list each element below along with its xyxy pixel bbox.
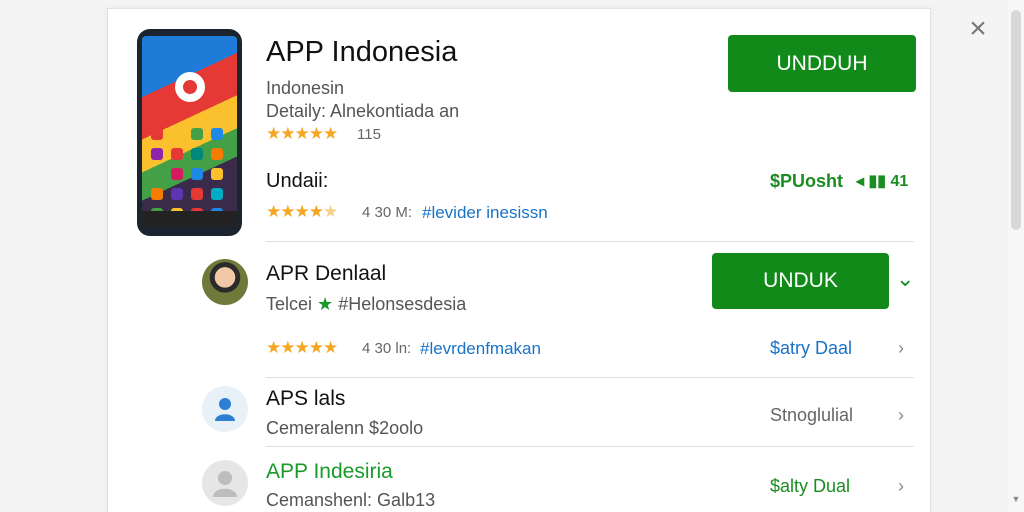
- row-link[interactable]: #levrdenfmakan: [420, 339, 541, 359]
- avatar[interactable]: [202, 386, 248, 432]
- avatar[interactable]: [202, 259, 248, 305]
- divider: [266, 377, 914, 378]
- phone-dock: [142, 211, 237, 227]
- app-title: APP Indonesia: [266, 36, 458, 68]
- star-icon: ★: [280, 124, 295, 143]
- star-icon: ★: [308, 338, 324, 357]
- row-rating-text: 4 30 ln:: [362, 340, 412, 357]
- chevron-right-icon[interactable]: ›: [898, 338, 904, 359]
- scroll-down-arrow-icon[interactable]: ▼: [1010, 494, 1022, 506]
- close-icon[interactable]: ×: [964, 14, 992, 44]
- user-icon: [215, 398, 235, 421]
- row-subtitle: Cemeralenn $2oolo: [266, 418, 424, 438]
- section-price-extra: ◂ ▮▮ 41: [856, 173, 909, 190]
- star-icon: ★: [308, 124, 324, 143]
- chevron-right-icon[interactable]: ›: [898, 405, 904, 426]
- app-rating-stars: ★★★★★: [266, 124, 338, 144]
- star-icon: ★: [266, 338, 281, 357]
- star-icon: ★: [266, 124, 281, 143]
- row-title[interactable]: APP Indesiria: [266, 460, 393, 484]
- phone-app-grid: [151, 128, 229, 220]
- row-subtitle-suffix: #Helonsesdesia: [338, 294, 467, 314]
- row-subtitle: Telcei ★ #Helonsesdesia: [266, 294, 466, 315]
- row-price[interactable]: Stnoglulial: [770, 405, 853, 426]
- user-icon: [213, 471, 237, 497]
- star-icon: ★: [317, 294, 334, 314]
- section-title: Undaii:: [266, 170, 329, 192]
- avatar[interactable]: [202, 460, 248, 506]
- row-title[interactable]: APR Denlaal: [266, 262, 386, 286]
- chevron-right-icon[interactable]: ›: [898, 476, 904, 497]
- row-title[interactable]: APS lals: [266, 387, 345, 411]
- star-icon: ★: [280, 202, 295, 221]
- phone-screen: [142, 36, 237, 227]
- app-detail: Detaily: Alnekontiada an: [266, 101, 460, 121]
- star-icon: ★: [294, 202, 310, 221]
- section-price[interactable]: $PUosht: [770, 171, 843, 192]
- star-icon: ★: [323, 338, 338, 357]
- star-icon: ★: [308, 202, 324, 221]
- divider: [266, 446, 914, 447]
- app-screenshot-phone: [137, 29, 242, 236]
- app-subtitle: Indonesin: [266, 78, 345, 98]
- row-rating-stars: ★★★★★: [266, 338, 338, 358]
- star-icon: ★: [280, 338, 295, 357]
- row-subtitle-prefix: Telcei: [266, 294, 313, 314]
- scrollbar-thumb[interactable]: [1011, 10, 1021, 230]
- row-subtitle: Cemanshenl: Galb13: [266, 490, 436, 510]
- star-icon: ★: [266, 202, 281, 221]
- row-price[interactable]: $alty Dual: [770, 476, 850, 497]
- star-icon: ★: [294, 124, 310, 143]
- star-icon: ★: [323, 202, 338, 221]
- section-rating-text: 4 30 M:: [362, 204, 413, 221]
- app-logo-icon: [175, 72, 205, 102]
- section-link[interactable]: #levider inesissn: [422, 203, 548, 223]
- chevron-down-icon[interactable]: ⌄: [896, 266, 914, 292]
- undu-button[interactable]: UNDUK: [712, 253, 889, 309]
- download-button[interactable]: UNDDUH: [728, 35, 916, 92]
- star-icon: ★: [323, 124, 338, 143]
- section-rating-stars: ★★★★★: [266, 202, 338, 222]
- app-rating-count: 115: [357, 126, 381, 143]
- row-price[interactable]: $atry Daal: [770, 338, 852, 359]
- divider: [266, 241, 914, 242]
- star-icon: ★: [294, 338, 310, 357]
